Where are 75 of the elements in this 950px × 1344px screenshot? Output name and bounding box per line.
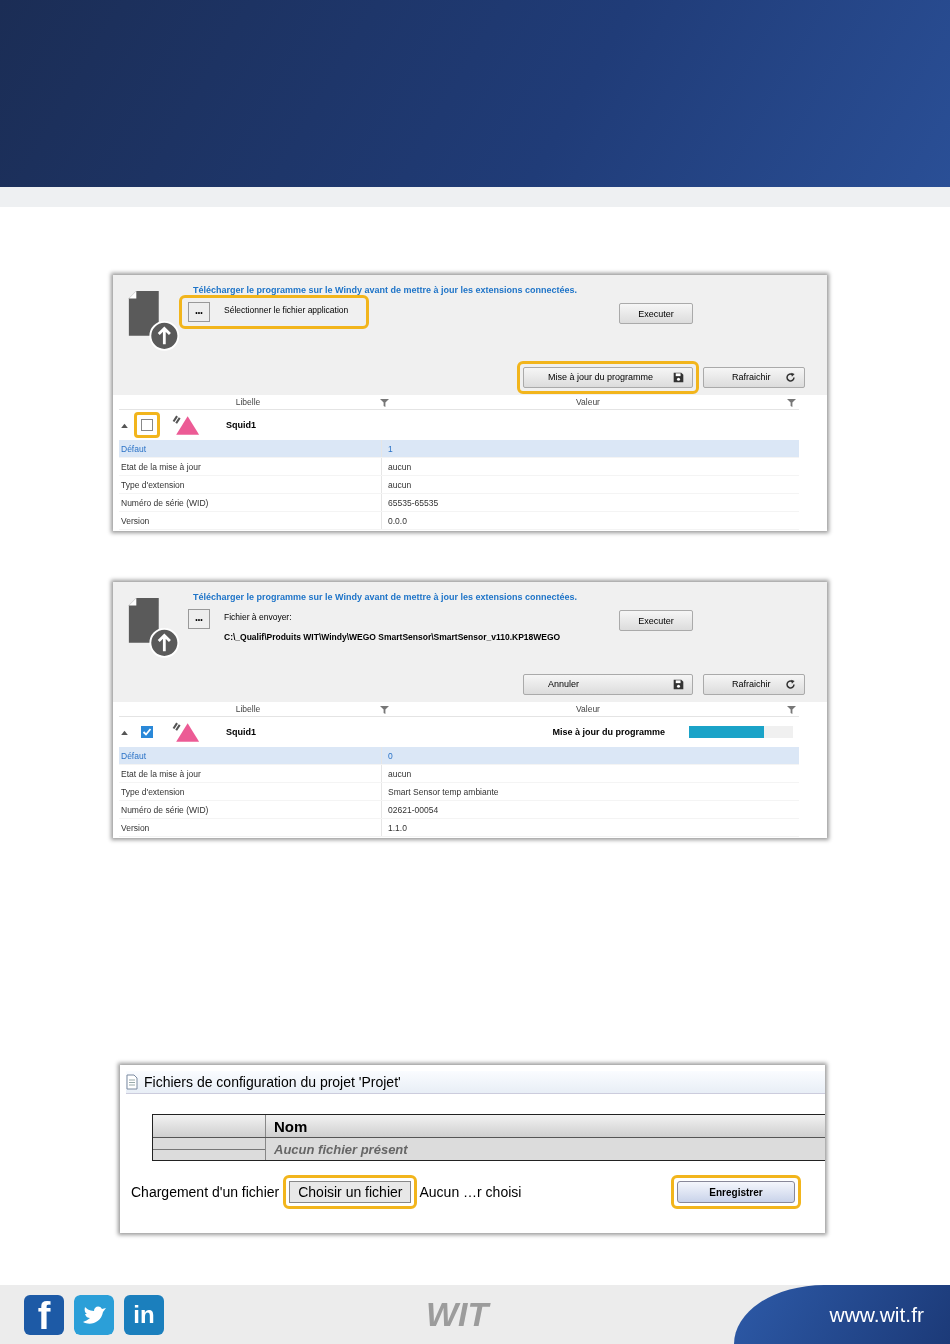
table-row[interactable]: Type d'extension aucun [119,476,799,494]
website-link[interactable]: www.wit.fr [829,1302,924,1327]
table-row[interactable]: Version 1.1.0 [119,819,799,837]
table-cell-text: 0 [387,750,393,761]
action-button[interactable]: Mise à jour du programme [523,366,693,388]
table-cell-text: 1 [387,443,393,454]
logo: WIT [426,1295,489,1334]
collapse-caret-icon[interactable] [121,729,128,735]
file-label: Fichier à envoyer: [224,612,293,622]
table-row[interactable]: Etat de la mise à jour aucun [119,765,799,783]
device-name: Squid1 [226,420,256,430]
table-cell-text: 1.1.0 [387,822,407,833]
table-row[interactable]: Version 0.0.0 [119,512,799,530]
action-button[interactable]: Annuler [523,673,693,695]
table-cell: Type d'extension [119,783,382,800]
table-cell: Numéro de série (WID) [119,494,382,511]
table-cell-text: 02621-00054 [387,804,439,815]
save-icon [673,678,684,690]
column-header[interactable]: Libelle [119,397,377,407]
device-checkbox[interactable] [141,419,153,431]
save-button[interactable]: Enregistrer [677,1181,795,1203]
column-header[interactable]: Libelle [119,704,377,714]
table-cell: Numéro de série (WID) [119,801,382,818]
table-row[interactable]: Numéro de série (WID) 65535-65535 [119,494,799,512]
execute-button[interactable]: Executer [619,610,693,631]
refresh-icon [785,371,796,383]
document-icon [126,1074,138,1090]
table-cell-text: 0.0.0 [387,515,407,526]
save-icon [673,371,684,383]
table-cell: Défaut [119,440,382,457]
table-cell-text: aucun [387,479,412,490]
notice-text: Télécharger le programme sur le Windy avant de mettre à jour les extensions connectées. [193,592,579,602]
table-row[interactable]: Numéro de série (WID) 02621-00054 [119,801,799,819]
file-status: Aucun …r choisi [419,1184,522,1200]
table-cell: Version [119,819,382,836]
refresh-button[interactable]: Rafraichir [703,366,805,388]
device-name: Squid1 [226,727,256,737]
linkedin-icon[interactable]: in [124,1294,164,1335]
table-cell: Etat de la mise à jour [119,765,382,782]
table-cell: Défaut [119,747,382,764]
table-cell: Version [119,512,382,529]
device-icon [170,414,200,436]
device-icon [170,721,200,743]
filter-icon[interactable] [787,704,796,714]
update-status: Mise à jour du programme [552,727,665,737]
table-row[interactable]: Type d'extension Smart Sensor temp ambiante [119,783,799,801]
refresh-button[interactable]: Rafraichir [703,673,805,695]
table-row[interactable]: Défaut 0 [119,747,799,765]
file-label: Sélectionner le fichier application [224,305,349,315]
empty-message: Aucun fichier présent [273,1140,408,1159]
collapse-caret-icon[interactable] [121,422,128,428]
bird-icon[interactable] [74,1294,114,1335]
refresh-icon [785,678,796,690]
column-header: Nom [273,1116,308,1137]
column-header[interactable]: Valeur [392,704,784,714]
facebook-icon[interactable]: f [24,1294,64,1335]
execute-button[interactable]: Executer [619,303,693,324]
filter-icon[interactable] [380,704,389,714]
device-checkbox[interactable] [141,726,153,738]
table-cell-text: aucun [387,768,412,779]
table-cell: Etat de la mise à jour [119,458,382,475]
table-cell-text: 65535-65535 [387,497,439,508]
table-row[interactable]: Etat de la mise à jour aucun [119,458,799,476]
table-cell-text: aucun [387,461,412,472]
panel-title: Fichiers de configuration du projet 'Projet' [144,1074,401,1090]
table-row[interactable]: Défaut 1 [119,440,799,458]
file-path: C:\_Qualif\Produits WIT\Windy\WEGO SmartSensor\SmartSensor_v110.KP18WEGO [224,632,561,642]
filter-icon[interactable] [380,397,389,407]
table-cell-text: Smart Sensor temp ambiante [387,786,499,797]
table-cell: Type d'extension [119,476,382,493]
filter-icon[interactable] [787,397,796,407]
choose-file-button[interactable]: Choisir un fichier [289,1181,412,1203]
column-header[interactable]: Valeur [392,397,784,407]
upload-label: Chargement d'un fichier [131,1184,280,1200]
notice-text: Télécharger le programme sur le Windy avant de mettre à jour les extensions connectées. [193,285,579,295]
